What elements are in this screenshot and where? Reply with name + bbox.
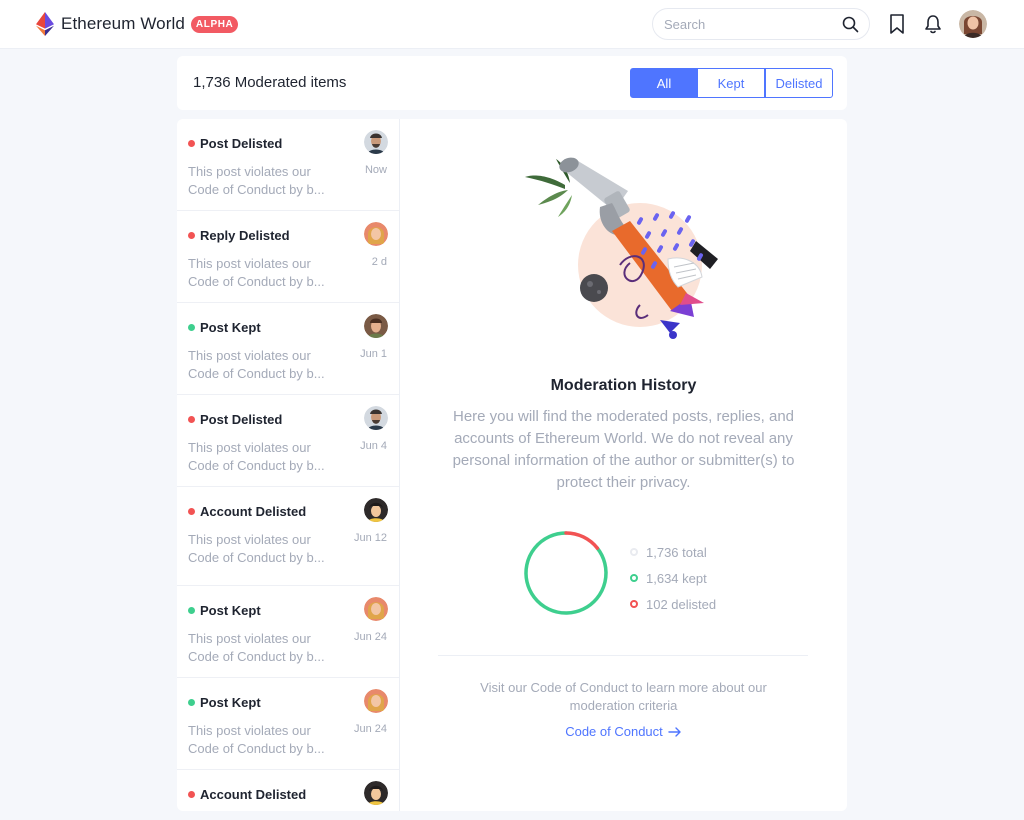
item-date: Jun 1 xyxy=(360,348,387,360)
megaphone-illustration xyxy=(525,157,718,339)
legend-total-label: 1,736 total xyxy=(646,544,707,560)
moderated-items-count: 1,736 Moderated items xyxy=(193,74,347,91)
item-title: Account Delisted xyxy=(200,504,307,519)
list-item[interactable]: Account Delisted Jun 12 This post violat… xyxy=(177,487,399,586)
list-item[interactable]: Post Kept Jun 24 This post violates our … xyxy=(177,678,399,770)
list-item[interactable]: Post Kept Jun 1 This post violates our C… xyxy=(177,303,399,395)
legend-kept: 1,634 kept xyxy=(630,565,716,591)
item-excerpt: This post violates our Code of Conduct b… xyxy=(188,532,325,565)
status-dot xyxy=(188,232,195,239)
ring-icon xyxy=(630,600,638,608)
filter-all-button[interactable]: All xyxy=(630,68,698,98)
item-date: Jun 24 xyxy=(353,723,387,735)
top-navigation-bar: Ethereum World ALPHA xyxy=(0,0,1024,48)
item-title: Reply Delisted xyxy=(200,228,290,243)
avatar xyxy=(364,597,388,621)
ethereum-logo-icon xyxy=(36,12,54,36)
avatar xyxy=(364,130,388,154)
status-dot xyxy=(188,416,195,423)
donut-legend: 1,736 total 1,634 kept 102 delisted xyxy=(630,539,716,617)
item-title: Post Delisted xyxy=(200,412,283,427)
code-of-conduct-note: Visit our Code of Conduct to learn more … xyxy=(480,680,767,713)
list-item[interactable]: Post Delisted Jun 4 This post violates o… xyxy=(177,395,399,487)
moderation-donut-chart xyxy=(524,531,608,615)
item-excerpt: This post violates our Code of Conduct b… xyxy=(188,164,325,197)
item-title: Post Delisted xyxy=(200,136,283,151)
item-date: Jun 24 xyxy=(353,631,387,643)
filter-tabs: All Kept Delisted xyxy=(630,68,833,98)
item-date: Now xyxy=(364,164,387,176)
item-title: Account Delisted xyxy=(200,787,307,802)
code-of-conduct-link-label: Code of Conduct xyxy=(565,724,663,739)
status-dot xyxy=(188,140,195,147)
item-title: Post Kept xyxy=(200,603,261,618)
item-excerpt: This post violates our Code of Conduct b… xyxy=(188,440,325,473)
item-excerpt: This post violates our Code of Conduct b… xyxy=(188,256,325,289)
avatar xyxy=(364,406,388,430)
app-name: Ethereum World xyxy=(61,14,185,33)
search-input[interactable] xyxy=(664,17,834,32)
panel-title: Moderation History xyxy=(550,377,697,394)
filter-kept-button[interactable]: Kept xyxy=(698,68,765,98)
moderation-list: Post Delisted Now This post violates our… xyxy=(177,119,400,811)
search-icon[interactable] xyxy=(842,16,859,33)
item-date: Jun 12 xyxy=(353,532,387,544)
avatar xyxy=(364,498,388,522)
legend-delisted-label: 102 delisted xyxy=(646,596,717,612)
avatar xyxy=(364,781,388,805)
avatar xyxy=(364,314,388,338)
list-item[interactable]: Post Kept Jun 24 This post violates our … xyxy=(177,586,399,678)
item-date: Jun 4 xyxy=(360,440,387,452)
item-date: 2 d xyxy=(371,256,387,268)
code-of-conduct-link[interactable]: Code of Conduct xyxy=(400,724,847,739)
list-item[interactable]: Account Delisted xyxy=(177,770,399,811)
status-dot xyxy=(188,508,195,515)
ring-icon xyxy=(630,548,638,556)
status-dot xyxy=(188,699,195,706)
bookmark-icon[interactable] xyxy=(887,13,907,35)
user-avatar[interactable] xyxy=(959,10,987,38)
arrow-right-icon xyxy=(668,726,681,737)
filter-delisted-button[interactable]: Delisted xyxy=(765,68,833,98)
avatar-image xyxy=(959,10,987,38)
donut-delisted-arc xyxy=(564,531,600,550)
item-excerpt: This post violates our Code of Conduct b… xyxy=(188,631,325,664)
divider xyxy=(438,655,808,656)
panel-description: Here you will find the moderated posts, … xyxy=(452,408,795,491)
bell-icon[interactable] xyxy=(923,13,943,35)
item-title: Post Kept xyxy=(200,320,261,335)
item-excerpt: This post violates our Code of Conduct b… xyxy=(188,723,325,756)
legend-kept-label: 1,634 kept xyxy=(646,570,707,586)
alpha-badge: ALPHA xyxy=(190,15,239,33)
status-dot xyxy=(188,607,195,614)
brand[interactable]: Ethereum World ALPHA xyxy=(36,12,239,36)
moderation-history-panel: Moderation History Here you will find th… xyxy=(400,119,847,811)
item-title: Post Kept xyxy=(200,695,261,710)
legend-delisted: 102 delisted xyxy=(630,591,716,617)
status-dot xyxy=(188,324,195,331)
list-item[interactable]: Post Delisted Now This post violates our… xyxy=(177,119,399,211)
item-excerpt: This post violates our Code of Conduct b… xyxy=(188,348,325,381)
avatar xyxy=(364,689,388,713)
list-item[interactable]: Reply Delisted 2 d This post violates ou… xyxy=(177,211,399,303)
moderation-header: 1,736 Moderated items All Kept Delisted xyxy=(177,56,847,110)
ring-icon xyxy=(630,574,638,582)
avatar xyxy=(364,222,388,246)
status-dot xyxy=(188,791,195,798)
search-box[interactable] xyxy=(652,8,870,40)
legend-total: 1,736 total xyxy=(630,539,716,565)
